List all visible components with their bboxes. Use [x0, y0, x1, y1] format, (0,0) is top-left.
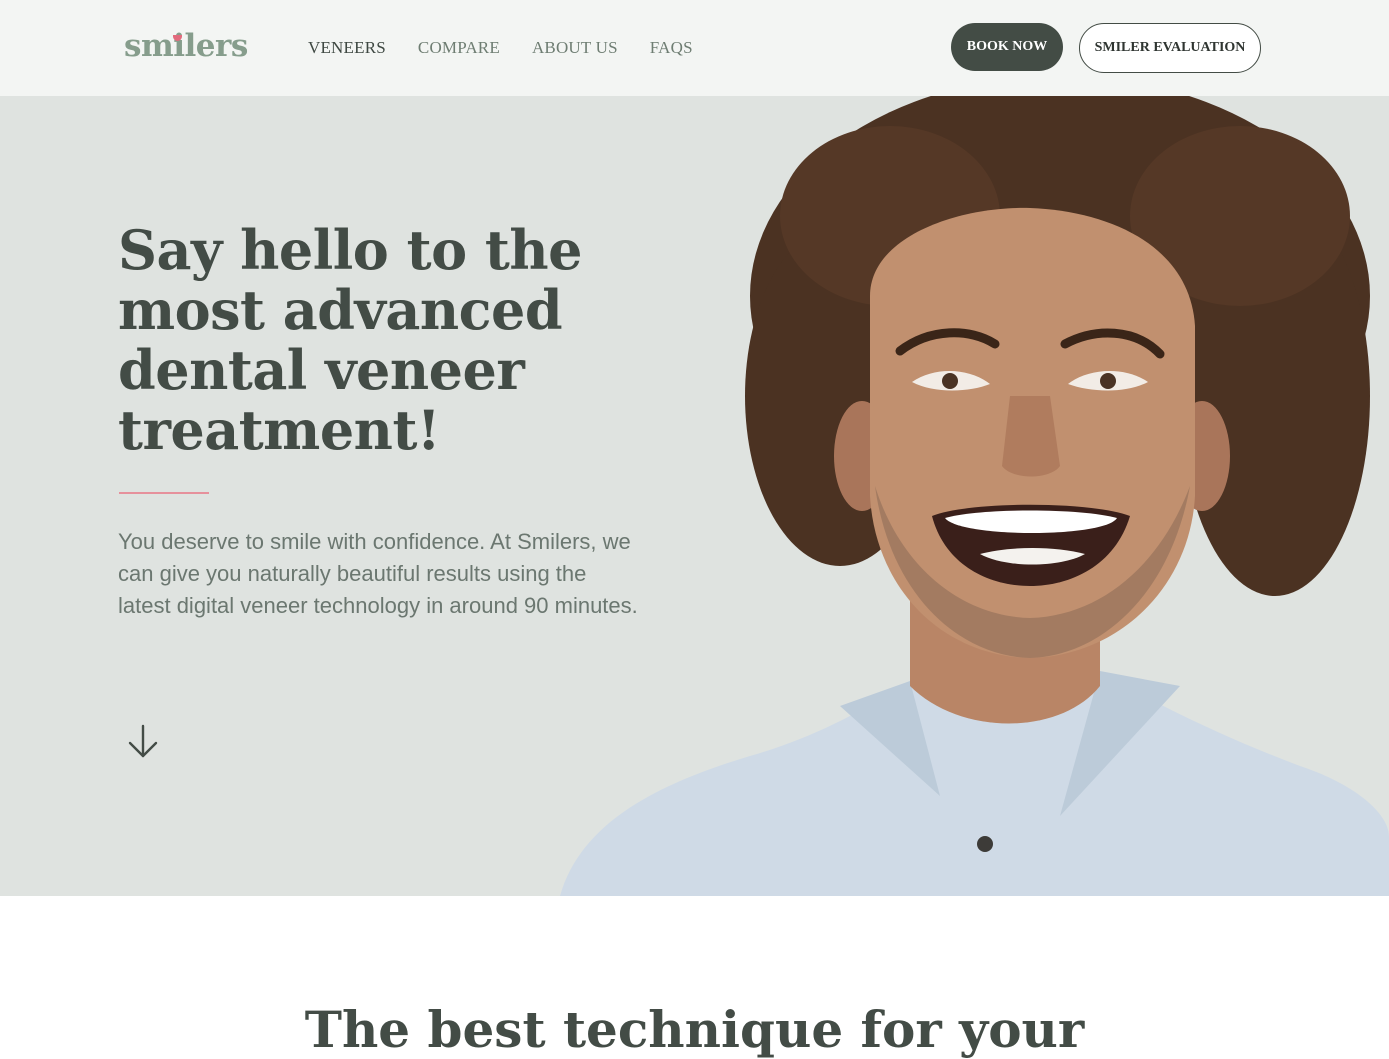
section-title: The best technique for your [304, 1000, 1085, 1059]
accent-divider [119, 492, 209, 494]
main-nav: VENEERS COMPARE ABOUT US FAQS [308, 38, 725, 58]
smilers-logo[interactable]: smilers [124, 28, 248, 64]
site-header: smilers VENEERS COMPARE ABOUT US FAQS BO… [0, 0, 1389, 96]
nav-about-us[interactable]: ABOUT US [532, 38, 618, 58]
hero-description: You deserve to smile with confidence. At… [118, 529, 638, 618]
book-now-button[interactable]: BOOK NOW [951, 23, 1063, 71]
smiler-evaluation-button[interactable]: SMILER EVALUATION [1079, 23, 1261, 73]
hero-title: Say hello to the most advanced dental ve… [118, 218, 582, 462]
nav-faqs[interactable]: FAQS [650, 38, 693, 58]
nav-veneers[interactable]: VENEERS [308, 38, 386, 58]
nav-compare[interactable]: COMPARE [418, 38, 500, 58]
hero-section: Say hello to the most advanced dental ve… [0, 96, 1389, 896]
logo-text: smilers [124, 28, 248, 64]
arrow-down-icon[interactable] [126, 724, 160, 760]
hero-portrait-image [560, 96, 1389, 896]
